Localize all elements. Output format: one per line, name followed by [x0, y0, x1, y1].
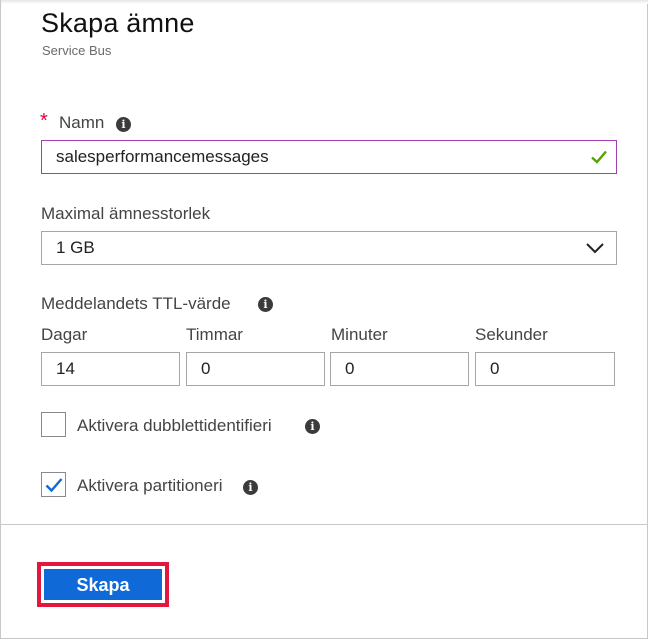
page-title: Skapa ämne: [41, 8, 195, 38]
name-input-value: salesperformancemessages: [56, 147, 269, 166]
checkmark-icon: [45, 478, 63, 493]
create-button[interactable]: Skapa: [44, 569, 162, 600]
duplicate-detection-checkbox[interactable]: [41, 412, 66, 437]
hours-input[interactable]: 0: [186, 352, 325, 386]
required-asterisk: *: [40, 110, 48, 132]
footer-divider: [1, 524, 647, 525]
seconds-label: Sekunder: [475, 325, 548, 344]
partitioning-info-icon[interactable]: i: [243, 480, 258, 495]
top-shadow: [1, 0, 648, 4]
days-input[interactable]: 14: [41, 352, 180, 386]
partitioning-checkbox[interactable]: [41, 472, 66, 497]
max-size-select[interactable]: 1 GB: [41, 231, 617, 265]
minutes-value: 0: [345, 359, 355, 378]
minutes-label: Minuter: [331, 325, 388, 344]
days-value: 14: [56, 359, 75, 378]
page-subtitle: Service Bus: [42, 43, 112, 58]
seconds-value: 0: [490, 359, 500, 378]
name-label: Namn: [59, 113, 105, 132]
duplicate-detection-label: Aktivera dubblettidentifieri: [77, 416, 272, 435]
max-size-label: Maximal ämnesstorlek: [41, 204, 211, 223]
partitioning-label: Aktivera partitioneri: [77, 476, 223, 495]
ttl-label: Meddelandets TTL-värde: [41, 294, 231, 313]
name-input[interactable]: salesperformancemessages: [41, 140, 617, 174]
checkmark-icon: [591, 150, 607, 164]
ttl-info-icon[interactable]: i: [258, 297, 273, 312]
minutes-input[interactable]: 0: [330, 352, 469, 386]
create-button-highlight: Skapa: [37, 562, 169, 607]
days-label: Dagar: [41, 325, 88, 344]
chevron-down-icon: [586, 243, 604, 254]
name-info-icon[interactable]: i: [116, 117, 131, 132]
hours-value: 0: [201, 359, 211, 378]
create-topic-panel: Skapa ämne Service Bus * Namn i salesper…: [0, 0, 648, 639]
duplicate-detection-info-icon[interactable]: i: [305, 419, 320, 434]
seconds-input[interactable]: 0: [475, 352, 615, 386]
hours-label: Timmar: [186, 325, 243, 344]
max-size-selected: 1 GB: [56, 238, 95, 257]
